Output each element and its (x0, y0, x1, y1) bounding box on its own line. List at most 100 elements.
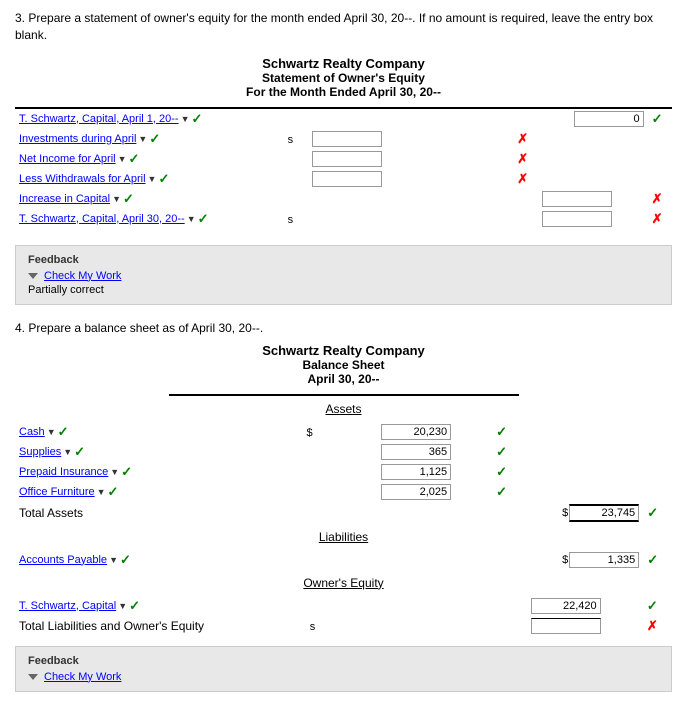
equity-table: T. Schwartz, Capital, April 1, 20-- ▼ ✓ … (15, 109, 672, 229)
input-increase-capital[interactable] (542, 191, 612, 207)
label-schwartz-capital[interactable]: T. Schwartz, Capital (19, 600, 116, 612)
check-label-2: ✓ (149, 131, 160, 147)
bs-title: Balance Sheet (15, 358, 672, 372)
label-investments[interactable]: Investments during April (19, 133, 136, 145)
equity-row-capital: T. Schwartz, Capital ▼ ✓ ✓ (15, 596, 672, 616)
check-input-2: ✗ (517, 131, 528, 146)
dd-prepaid[interactable]: ▼ (110, 467, 119, 477)
equity-row-1: T. Schwartz, Capital, April 1, 20-- ▼ ✓ … (15, 109, 672, 129)
liab-row-accounts-payable: Accounts Payable ▼ ✓ $ ✓ (15, 550, 672, 570)
check-label-4: ✓ (158, 171, 169, 187)
equity-row-2: Investments during April ▼ ✓ s ✗ (15, 129, 672, 149)
check-my-work-3[interactable]: Check My Work (44, 270, 121, 282)
check-prepaid-label: ✓ (121, 464, 132, 480)
label-furniture[interactable]: Office Furniture (19, 486, 95, 498)
label-increase-capital[interactable]: Increase in Capital (19, 193, 110, 205)
input-cash[interactable] (381, 424, 451, 440)
equity-statement-header: Schwartz Realty Company Statement of Own… (15, 56, 672, 99)
dd-accounts-payable[interactable]: ▼ (109, 555, 118, 565)
label-supplies[interactable]: Supplies (19, 446, 61, 458)
asset-row-furniture: Office Furniture ▼ ✓ ✓ (15, 482, 672, 502)
dropdown-arrow-4[interactable]: ▼ (148, 174, 157, 184)
label-accounts-payable[interactable]: Accounts Payable (19, 554, 107, 566)
check-cash-label: ✓ (58, 424, 69, 440)
check-furniture-label: ✓ (108, 484, 119, 500)
label-net-income[interactable]: Net Income for April (19, 153, 116, 165)
dd-furniture[interactable]: ▼ (97, 487, 106, 497)
asset-row-prepaid: Prepaid Insurance ▼ ✓ ✓ (15, 462, 672, 482)
assets-label: Assets (15, 402, 672, 416)
assets-table: Cash ▼ ✓ $ ✓ Supplies ▼ ✓ (15, 422, 672, 524)
check-ap-label: ✓ (120, 552, 131, 568)
input-furniture[interactable] (381, 484, 451, 500)
input-supplies[interactable] (381, 444, 451, 460)
total-liab-equity-label: Total Liabilities and Owner's Equity (19, 619, 204, 633)
check-my-work-4[interactable]: Check My Work (44, 671, 121, 683)
input-capital-april30[interactable] (542, 211, 612, 227)
dropdown-arrow-5[interactable]: ▼ (112, 194, 121, 204)
check-prepaid: ✓ (496, 464, 507, 479)
feedback-section-4: Feedback Check My Work (15, 646, 672, 692)
input-investments[interactable] (312, 131, 382, 147)
label-capital-april1[interactable]: T. Schwartz, Capital, April 1, 20-- (19, 113, 179, 125)
bs-date: April 30, 20-- (15, 372, 672, 386)
balance-sheet-header: Schwartz Realty Company Balance Sheet Ap… (15, 343, 672, 386)
check-furniture: ✓ (496, 484, 507, 499)
dropdown-arrow-3[interactable]: ▼ (118, 154, 127, 164)
total-liab-equity-row: Total Liabilities and Owner's Equity s ✗ (15, 616, 672, 636)
check-accounts-payable: ✓ (647, 552, 658, 567)
input-net-income[interactable] (312, 151, 382, 167)
check-schwartz-capital: ✓ (647, 598, 658, 613)
equity-date-line: For the Month Ended April 30, 20-- (15, 85, 672, 99)
check-input-1: ✓ (652, 111, 663, 126)
check-total-assets: ✓ (647, 505, 658, 520)
label-capital-april30[interactable]: T. Schwartz, Capital, April 30, 20-- (19, 213, 185, 225)
equity-row-6: T. Schwartz, Capital, April 30, 20-- ▼ ✓… (15, 209, 672, 229)
dd-schwartz-capital[interactable]: ▼ (118, 601, 127, 611)
input-accounts-payable[interactable] (569, 552, 639, 568)
dd-supplies[interactable]: ▼ (63, 447, 72, 457)
liabilities-label: Liabilities (15, 530, 672, 544)
bs-company-name: Schwartz Realty Company (15, 343, 672, 358)
input-withdrawals[interactable] (312, 171, 382, 187)
dropdown-arrow-2[interactable]: ▼ (138, 134, 147, 144)
check-input-3: ✗ (517, 151, 528, 166)
partially-correct-3: Partially correct (28, 284, 659, 296)
equity-statement-title: Statement of Owner's Equity (15, 71, 672, 85)
input-schwartz-capital[interactable] (531, 598, 601, 614)
feedback-3-title: Feedback (28, 254, 659, 266)
dd-cash[interactable]: ▼ (47, 427, 56, 437)
section-4: 4. Prepare a balance sheet as of April 3… (15, 321, 672, 636)
liabilities-table: Accounts Payable ▼ ✓ $ ✓ (15, 550, 672, 570)
check-input-4: ✗ (517, 171, 528, 186)
label-prepaid[interactable]: Prepaid Insurance (19, 466, 108, 478)
asset-row-supplies: Supplies ▼ ✓ ✓ (15, 442, 672, 462)
owners-equity-table: T. Schwartz, Capital ▼ ✓ ✓ Total Liabili… (15, 596, 672, 636)
total-assets-row: Total Assets $ ✓ (15, 502, 672, 524)
check-label-6: ✓ (198, 211, 209, 227)
input-prepaid[interactable] (381, 464, 451, 480)
equity-company-name: Schwartz Realty Company (15, 56, 672, 71)
equity-row-4: Less Withdrawals for April ▼ ✓ ✗ (15, 169, 672, 189)
check-sc-label: ✓ (129, 598, 140, 614)
equity-row-5: Increase in Capital ▼ ✓ ✗ (15, 189, 672, 209)
dropdown-arrow-1[interactable]: ▼ (181, 114, 190, 124)
check-input-5: ✗ (652, 191, 663, 206)
input-total-liab-equity[interactable] (531, 618, 601, 634)
input-total-assets[interactable] (569, 504, 639, 522)
feedback-section-3: Feedback Check My Work Partially correct (15, 245, 672, 305)
instruction-3: 3. Prepare a statement of owner's equity… (15, 10, 672, 44)
input-capital-april1[interactable] (574, 111, 644, 127)
check-input-6: ✗ (652, 211, 663, 226)
section-3: 3. Prepare a statement of owner's equity… (15, 10, 672, 229)
check-label-3: ✓ (129, 151, 140, 167)
dropdown-arrow-6[interactable]: ▼ (187, 214, 196, 224)
check-total-liab-equity: ✗ (647, 618, 658, 633)
triangle-icon-3 (28, 273, 38, 279)
instruction-4: 4. Prepare a balance sheet as of April 3… (15, 321, 672, 335)
check-label-5: ✓ (123, 191, 134, 207)
label-cash[interactable]: Cash (19, 426, 45, 438)
asset-row-cash: Cash ▼ ✓ $ ✓ (15, 422, 672, 442)
total-assets-label: Total Assets (19, 506, 83, 520)
label-withdrawals[interactable]: Less Withdrawals for April (19, 173, 146, 185)
